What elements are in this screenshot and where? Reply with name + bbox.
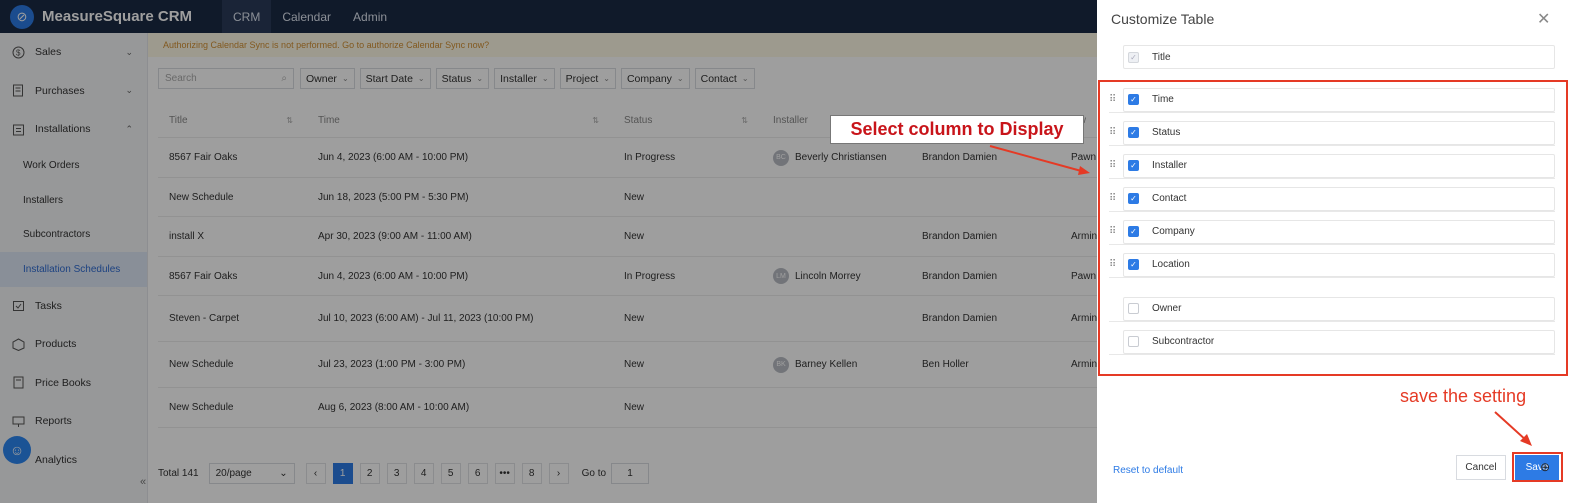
arrow-to-columns: [989, 145, 1086, 173]
arrowhead: [1078, 166, 1090, 175]
annotation-arrows: [989, 145, 1532, 446]
cursor-zoom-icon: ⊕: [1540, 460, 1551, 474]
arrow-to-save: [1494, 411, 1528, 442]
